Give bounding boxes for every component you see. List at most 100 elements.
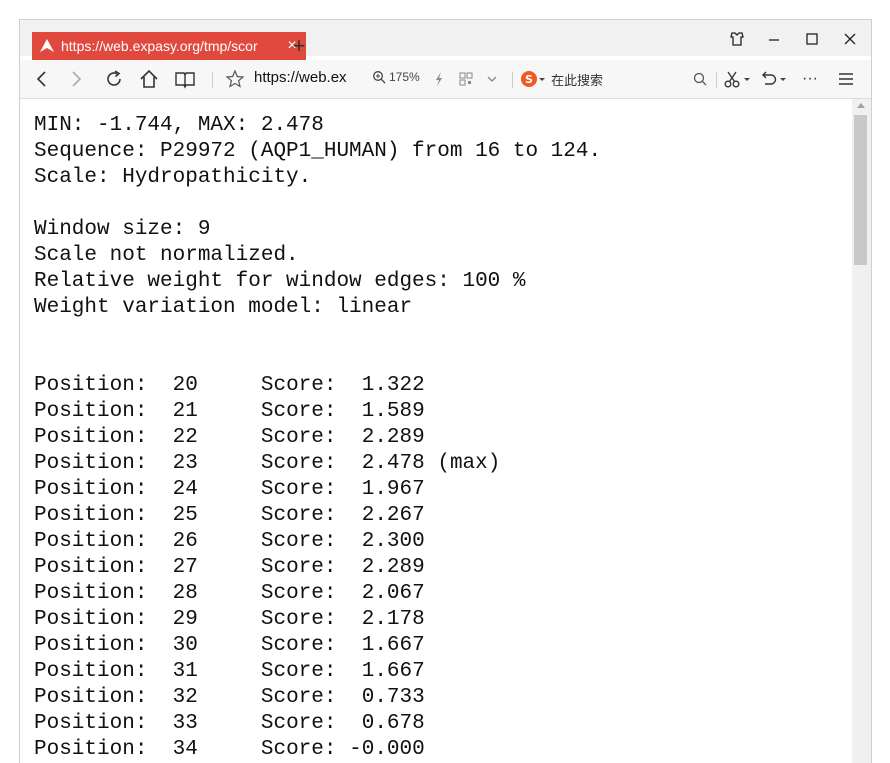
more-menu-button[interactable]: ··· [798,68,822,90]
close-window-icon[interactable] [838,30,862,52]
position-label: Position: [34,478,148,501]
position-value: 24 [172,478,198,501]
minimize-icon[interactable] [762,30,786,52]
qr-code-icon[interactable] [458,68,474,90]
maximize-icon[interactable] [800,30,824,52]
position-value: 26 [172,530,198,553]
position-value: 28 [172,582,198,605]
score-row: Position: 23 Score: 2.478 (max) [34,451,601,477]
score-row: Position: 34 Score: -0.000 [34,737,601,763]
score-label: Score: [260,608,337,631]
score-row: Position: 30 Score: 1.667 [34,633,601,659]
score-value: -0.000 [349,738,425,761]
score-label: Score: [260,426,337,449]
score-row: Position: 21 Score: 1.589 [34,399,601,425]
forward-icon[interactable] [66,68,86,90]
score-value: 2.289 [349,426,425,449]
scrollbar-thumb[interactable] [854,115,867,265]
position-label: Position: [34,556,148,579]
header-line-min-max: MIN: -1.744, MAX: 2.478 [34,114,324,137]
scroll-up-arrow-icon[interactable] [857,103,865,108]
tab-title: https://web.expasy.org/tmp/scor [61,38,258,54]
tab-strip: https://web.expasy.org/tmp/scor × + [20,20,871,60]
skin-icon[interactable] [725,30,749,52]
position-value: 32 [172,686,198,709]
back-icon[interactable] [32,68,52,90]
search-placeholder: 在此搜索 [551,72,604,88]
score-value: 1.322 [349,374,425,397]
scissors-icon[interactable] [722,68,742,90]
score-value: 0.733 [349,686,425,709]
param-edge-weight: Relative weight for window edges: 100 % [34,270,526,293]
score-note: (max) [437,452,501,475]
header-line-sequence: Sequence: P29972 (AQP1_HUMAN) from 16 to… [34,140,602,163]
zoom-indicator[interactable]: 175% [372,70,420,84]
score-list: Position: 20 Score: 1.322 Position: 21 S… [34,373,601,763]
score-value: 1.967 [349,478,425,501]
position-label: Position: [34,686,148,709]
address-bar-url[interactable]: https://web.ex [254,69,347,86]
chevron-down-icon[interactable] [484,68,500,90]
hamburger-menu-icon[interactable] [836,68,856,90]
toolbar-divider [512,72,513,88]
position-label: Position: [34,504,148,527]
score-row: Position: 33 Score: 0.678 [34,711,601,737]
position-value: 22 [172,426,198,449]
toolbar-divider [212,72,213,88]
position-label: Position: [34,400,148,423]
reload-icon[interactable] [103,68,125,90]
lightning-icon[interactable] [432,68,446,90]
position-label: Position: [34,426,148,449]
reader-mode-icon[interactable] [174,68,196,90]
scissors-dropdown-icon[interactable] [742,68,752,90]
score-label: Score: [260,686,337,709]
position-label: Position: [34,608,148,631]
score-value: 1.667 [349,660,425,683]
bookmark-star-icon[interactable] [225,68,245,90]
score-value: 2.067 [349,582,425,605]
position-label: Position: [34,712,148,735]
score-row: Position: 29 Score: 2.178 [34,607,601,633]
score-row: Position: 26 Score: 2.300 [34,529,601,555]
score-value: 2.289 [349,556,425,579]
score-value: 0.678 [349,712,425,735]
position-label: Position: [34,530,148,553]
score-label: Score: [260,712,337,735]
undo-close-icon[interactable] [758,68,778,90]
position-value: 29 [172,608,198,631]
param-window-size: Window size: 9 [34,218,211,241]
param-weight-model: Weight variation model: linear [34,296,413,319]
position-value: 25 [172,504,198,527]
home-icon[interactable] [138,68,160,90]
position-value: 30 [172,634,198,657]
undo-dropdown-icon[interactable] [778,68,788,90]
score-row: Position: 31 Score: 1.667 [34,659,601,685]
param-normalization: Scale not normalized. [34,244,299,267]
score-label: Score: [260,634,337,657]
position-value: 31 [172,660,198,683]
score-row: Position: 27 Score: 2.289 [34,555,601,581]
position-label: Position: [34,452,148,475]
score-label: Score: [260,582,337,605]
position-value: 23 [172,452,198,475]
score-label: Score: [260,504,337,527]
score-label: Score: [260,660,337,683]
tab-active[interactable]: https://web.expasy.org/tmp/scor × [32,32,306,60]
score-row: Position: 22 Score: 2.289 [34,425,601,451]
position-value: 21 [172,400,198,423]
search-box[interactable]: S 在此搜索 [520,69,710,89]
search-icon[interactable] [692,68,708,90]
navigation-toolbar: https://web.ex 175% S 在此搜索 ··· [20,60,871,99]
new-tab-button[interactable]: + [286,34,312,58]
vertical-scrollbar[interactable] [852,99,871,763]
score-label: Score: [260,556,337,579]
zoom-level: 175% [389,70,420,84]
position-label: Position: [34,738,148,761]
position-value: 33 [172,712,198,735]
score-label: Score: [260,738,337,761]
score-row: Position: 32 Score: 0.733 [34,685,601,711]
score-value: 1.667 [349,634,425,657]
header-line-scale: Scale: Hydropathicity. [34,166,312,189]
